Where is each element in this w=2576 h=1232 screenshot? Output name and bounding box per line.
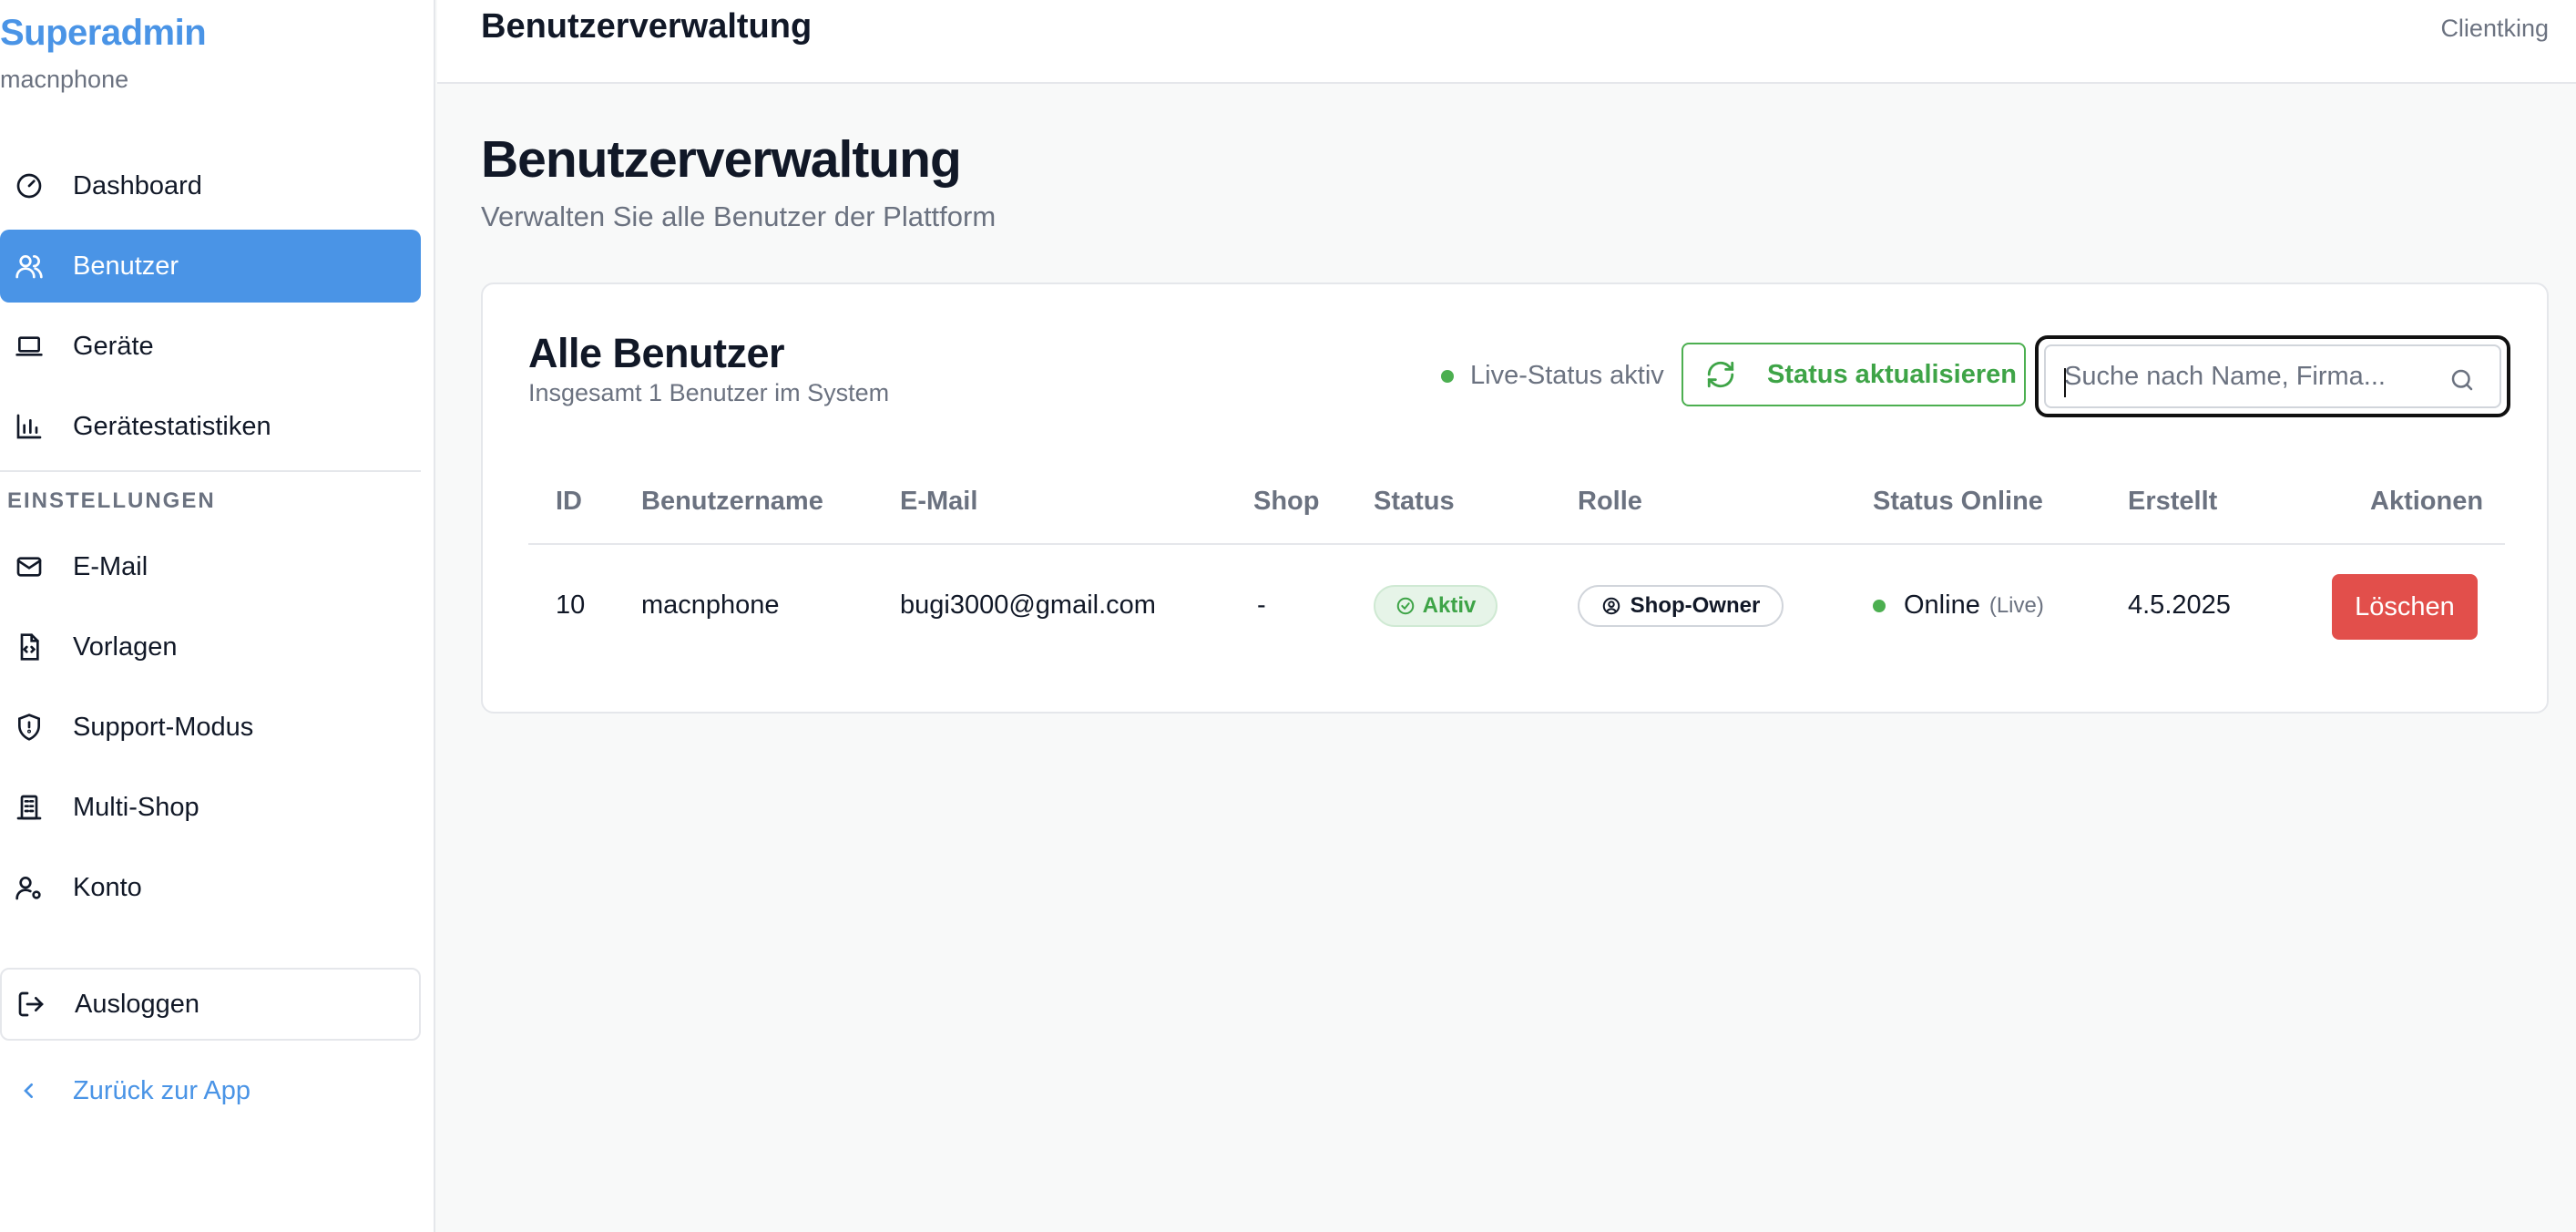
online-dot xyxy=(1873,599,1886,612)
cell-shop: - xyxy=(1257,590,1266,620)
status-badge-label: Aktiv xyxy=(1422,593,1477,618)
sidebar-item-label: Gerätestatistiken xyxy=(73,411,271,441)
file-code-icon xyxy=(15,632,44,662)
sidebar-item-benutzer[interactable]: Benutzer xyxy=(0,230,421,303)
logout-button[interactable]: Ausloggen xyxy=(0,968,421,1041)
search-field-frame xyxy=(2044,344,2501,408)
online-status: Online (Live) xyxy=(1873,590,2044,621)
sidebar-item-support-modus[interactable]: Support-Modus xyxy=(0,691,421,764)
column-header-email[interactable]: E-Mail xyxy=(900,487,977,517)
card-subtitle: Insgesamt 1 Benutzer im System xyxy=(528,379,890,406)
user-cog-icon xyxy=(15,873,44,902)
search-box xyxy=(2035,335,2510,417)
role-badge-label: Shop-Owner xyxy=(1630,593,1761,618)
delete-user-button[interactable]: Löschen xyxy=(2332,574,2478,640)
sidebar-item-konto[interactable]: Konto xyxy=(0,851,421,924)
cell-created: 4.5.2025 xyxy=(2128,590,2231,620)
live-status-label: Live-Status aktiv xyxy=(1470,361,1664,390)
table-header-divider xyxy=(528,543,2505,545)
brand-title: Superadmin xyxy=(0,13,207,53)
back-to-app-label: Zurück zur App xyxy=(73,1075,251,1105)
column-header-id[interactable]: ID xyxy=(556,487,582,517)
sidebar-item-label: Konto xyxy=(73,872,142,902)
sidebar-item-label: Geräte xyxy=(73,331,154,361)
column-header-status-online[interactable]: Status Online xyxy=(1873,487,2043,517)
brand-subtitle: macnphone xyxy=(0,66,129,93)
bar-chart-icon xyxy=(15,412,44,441)
page-title: Benutzerverwaltung xyxy=(481,130,962,189)
mail-icon xyxy=(15,552,44,581)
online-label: Online xyxy=(1904,590,1980,620)
sidebar-item-geraetestatistiken[interactable]: Gerätestatistiken xyxy=(0,390,421,463)
role-badge: Shop-Owner xyxy=(1578,585,1784,627)
column-header-created[interactable]: Erstellt xyxy=(2128,487,2217,517)
page-subtitle: Verwalten Sie alle Benutzer der Plattfor… xyxy=(481,200,997,232)
shield-icon xyxy=(15,713,44,742)
cell-email: bugi3000@gmail.com xyxy=(900,590,1156,620)
refresh-status-button[interactable]: Status aktualisieren xyxy=(1682,343,2026,406)
topbar: Benutzerverwaltung Clientking xyxy=(437,0,2576,84)
sidebar-item-geraete[interactable]: Geräte xyxy=(0,310,421,383)
sidebar-item-label: Dashboard xyxy=(73,170,202,200)
sidebar-item-email[interactable]: E-Mail xyxy=(0,530,421,603)
live-status: Live-Status aktiv xyxy=(1441,361,1664,391)
cell-username: macnphone xyxy=(641,590,780,620)
gauge-icon xyxy=(15,171,44,200)
cell-id: 10 xyxy=(556,590,586,620)
users-icon xyxy=(15,252,44,281)
sidebar-item-multi-shop[interactable]: Multi-Shop xyxy=(0,771,421,844)
chevron-left-icon xyxy=(15,1076,44,1105)
check-circle-icon xyxy=(1395,596,1416,616)
online-live-note: (Live) xyxy=(1988,592,2044,618)
building-icon xyxy=(15,793,44,822)
sidebar: Superadmin macnphone Dashboard Benutzer … xyxy=(0,0,435,1232)
column-header-username[interactable]: Benutzername xyxy=(641,487,823,517)
sidebar-divider xyxy=(0,470,421,472)
sidebar-item-label: Benutzer xyxy=(73,251,179,281)
sidebar-item-label: Multi-Shop xyxy=(73,792,199,822)
user-circle-icon xyxy=(1601,596,1621,616)
card-title: Alle Benutzer xyxy=(528,330,785,376)
users-card: Alle Benutzer Insgesamt 1 Benutzer im Sy… xyxy=(481,282,2549,714)
column-header-shop[interactable]: Shop xyxy=(1253,487,1320,517)
topbar-title: Benutzerverwaltung xyxy=(481,7,813,46)
search-input[interactable] xyxy=(2064,346,2428,406)
column-header-role[interactable]: Rolle xyxy=(1578,487,1642,517)
refresh-icon xyxy=(1705,359,1736,390)
logout-label: Ausloggen xyxy=(75,989,200,1019)
sidebar-section-label: EINSTELLUNGEN xyxy=(7,488,216,513)
search-icon[interactable] xyxy=(2448,366,2478,395)
logout-icon xyxy=(16,990,46,1019)
topbar-brand: Clientking xyxy=(2440,15,2549,42)
sidebar-item-label: Vorlagen xyxy=(73,631,178,662)
refresh-status-label: Status aktualisieren xyxy=(1767,359,2017,389)
column-header-actions: Aktionen xyxy=(2370,487,2484,516)
status-badge: Aktiv xyxy=(1374,585,1498,627)
sidebar-item-vorlagen[interactable]: Vorlagen xyxy=(0,611,421,683)
laptop-icon xyxy=(15,332,44,361)
text-caret xyxy=(2064,368,2066,397)
sidebar-item-label: Support-Modus xyxy=(73,712,254,742)
sidebar-item-dashboard[interactable]: Dashboard xyxy=(0,149,421,222)
back-to-app-link[interactable]: Zurück zur App xyxy=(0,1057,421,1124)
sidebar-item-label: E-Mail xyxy=(73,551,148,581)
column-header-status[interactable]: Status xyxy=(1374,487,1455,517)
status-dot xyxy=(1441,369,1454,383)
